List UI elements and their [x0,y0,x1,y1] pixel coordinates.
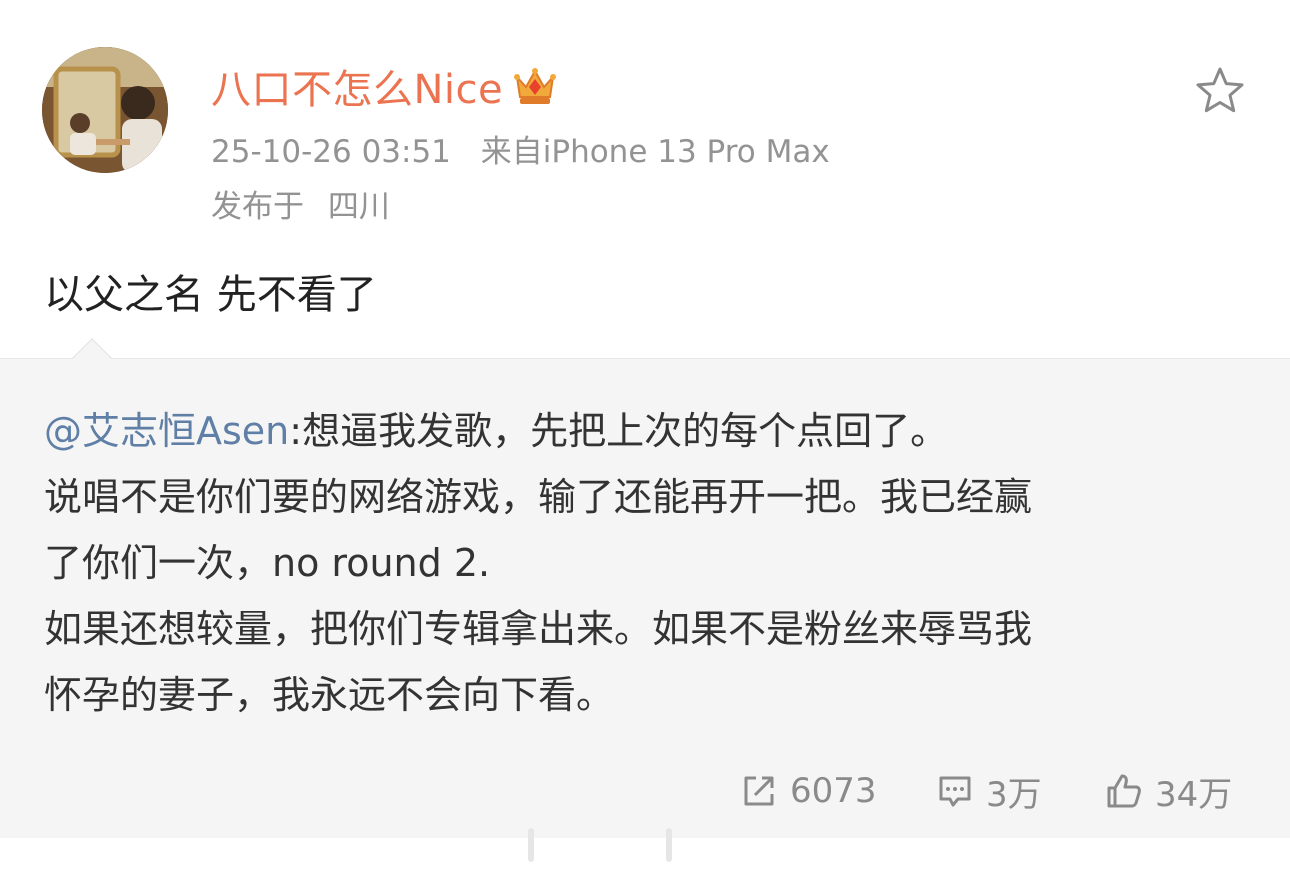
bottom-strip [0,838,1290,877]
star-icon[interactable] [1193,64,1247,118]
repost-button[interactable]: 6073 [740,766,877,816]
mention-link[interactable]: @艾志恒Asen [44,409,289,453]
scroll-indicator [528,828,534,862]
avatar-photo [42,47,168,173]
retweet-text: :想逼我发歌，先把上次的每个点回了。 [289,409,949,453]
retweet-line: 怀孕的妻子，我永远不会向下看。 [44,673,615,717]
comment-button[interactable]: 3万 [936,766,1042,816]
post-location: 发布于 四川 [211,181,390,226]
repost-count: 6073 [790,771,877,811]
retweet-line: @艾志恒Asen:想逼我发歌，先把上次的每个点回了。 [44,398,1244,464]
author-name[interactable]: 八口不怎么Nice [211,57,503,115]
retweet-line: 说唱不是你们要的网络游戏，输了还能再开一把。我已经赢 [44,475,1033,519]
user-avatar[interactable] [42,47,168,173]
comment-icon [939,776,971,807]
repost-icon [744,776,774,806]
like-count: 34万 [1155,774,1233,815]
post-datetime: 25-10-26 03:51 [211,134,451,170]
retweet-line: 了你们一次，no round 2. [44,541,491,585]
author-row: 八口不怎么Nice [211,56,557,116]
post-header: 八口不怎么Nice 25-10-26 03:51 来自iPhone 13 Pro… [0,0,1290,360]
location-value: 四川 [327,189,390,225]
retweet-body: @艾志恒Asen:想逼我发歌，先把上次的每个点回了。 说唱不是你们要的网络游戏，… [44,398,1244,728]
scroll-indicator [666,828,672,862]
location-label: 发布于 [211,189,304,225]
retweet-line: 如果还想较量，把你们专辑拿出来。如果不是粉丝来辱骂我 [44,607,1033,651]
post-text: 以父之名 先不看了 [44,272,377,318]
comment-count: 3万 [986,774,1042,815]
post-meta: 25-10-26 03:51 来自iPhone 13 Pro Max [211,126,830,171]
post-source: 来自iPhone 13 Pro Max [480,134,830,170]
like-button[interactable]: 34万 [1105,766,1232,816]
crown-icon [513,65,557,107]
thumbs-up-icon [1107,774,1141,808]
